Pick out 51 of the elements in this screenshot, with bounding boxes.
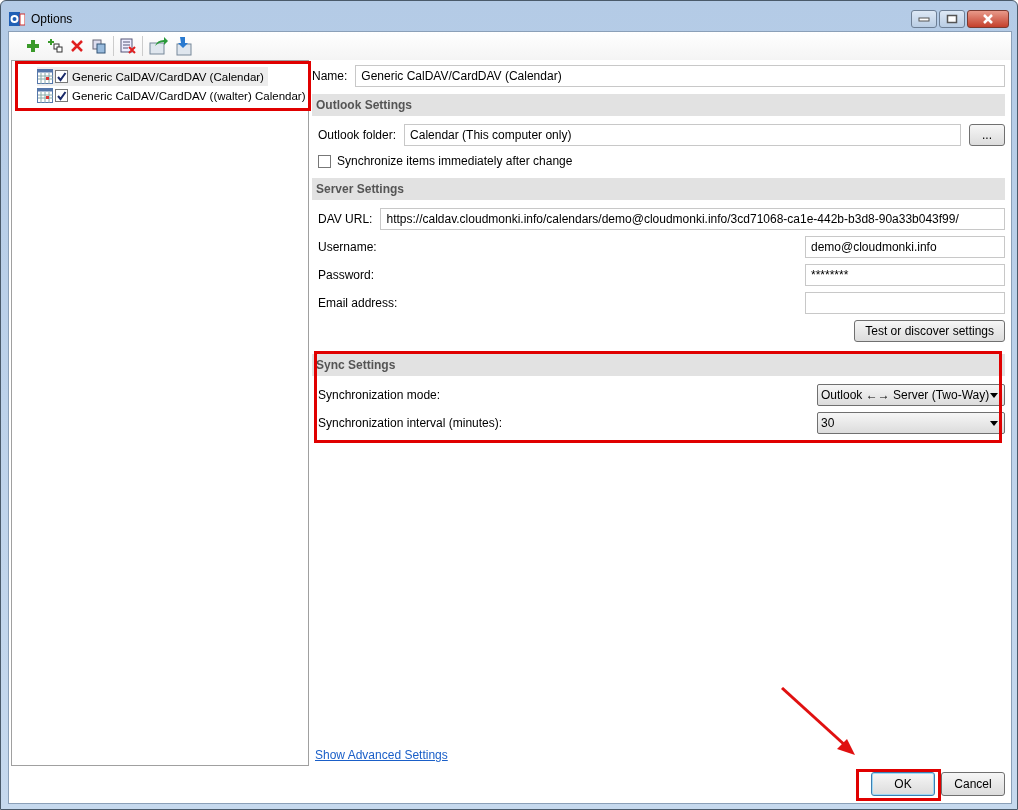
outlook-folder-label: Outlook folder: [318, 128, 397, 142]
input-field[interactable]: demo@cloudmonki.info [805, 236, 1005, 258]
add-icon[interactable] [25, 38, 41, 54]
caret-icon [990, 392, 998, 398]
delete-icon[interactable] [69, 38, 85, 54]
input-field[interactable]: https://caldav.cloudmonki.info/calendars/demo@cloudmonki.info/3cd71068-ca1e-442b-b3d8-90a33b043f99/ [380, 208, 1005, 230]
section-header: Server Settings [312, 178, 1005, 200]
browse-button[interactable]: ... [969, 124, 1005, 146]
checkbox[interactable] [55, 89, 68, 102]
minimize-button[interactable] [911, 10, 937, 28]
dialog-button[interactable]: OK [871, 772, 935, 796]
dialog-button[interactable]: Cancel [941, 772, 1005, 796]
minimize-icon [918, 16, 930, 22]
close-icon [981, 14, 995, 24]
dropdown-label: Synchronization interval (minutes): [318, 416, 503, 430]
window-title: Options [31, 11, 73, 26]
calendar-icon [37, 69, 53, 84]
calendar-icon [37, 88, 53, 103]
export-icon[interactable] [149, 37, 169, 55]
name-field[interactable]: Generic CalDAV/CardDAV (Calendar) [355, 65, 1005, 87]
dropdown[interactable]: Outlook ←→ Server (Two-Way) [817, 384, 1005, 406]
checkbox-label: Synchronize items immediately after change [337, 154, 573, 168]
add-multiple-icon[interactable] [47, 38, 63, 54]
field-label: Username: [318, 240, 377, 254]
maximize-button[interactable] [939, 10, 965, 28]
profile-item[interactable]: Generic CalDAV/CardDAV ((walter) Calendar) [37, 86, 310, 105]
app-logo-icon [9, 10, 25, 27]
input-field[interactable]: ******** [805, 264, 1005, 286]
copy-icon[interactable] [91, 38, 107, 54]
maximize-icon [946, 14, 958, 24]
outlook-folder-field[interactable]: Calendar (This computer only) [404, 124, 961, 146]
test-settings-button[interactable]: Test or discover settings [854, 320, 1005, 342]
checkbox[interactable] [55, 70, 68, 83]
section-header: Outlook Settings [312, 94, 1005, 116]
close-button[interactable] [967, 10, 1009, 28]
checkbox[interactable] [318, 154, 331, 168]
section-header: Sync Settings [312, 354, 1005, 376]
name-label: Name: [312, 69, 348, 83]
profile-name: Generic CalDAV/CardDAV (Calendar) [72, 70, 264, 83]
field-label: DAV URL: [318, 212, 373, 226]
caret-icon [990, 420, 998, 426]
dropdown[interactable]: 30 [817, 412, 1005, 434]
field-label: Password: [318, 268, 375, 282]
profile-name: Generic CalDAV/CardDAV ((walter) Calendar) [72, 89, 306, 102]
import-icon[interactable] [175, 36, 193, 56]
profile-item[interactable]: Generic CalDAV/CardDAV (Calendar) [37, 67, 268, 86]
clear-list-icon[interactable] [120, 38, 136, 54]
dropdown-label: Synchronization mode: [318, 388, 441, 402]
advanced-settings-link[interactable]: Show Advanced Settings [315, 748, 448, 762]
input-field[interactable] [805, 292, 1005, 314]
field-label: Email address: [318, 296, 398, 310]
